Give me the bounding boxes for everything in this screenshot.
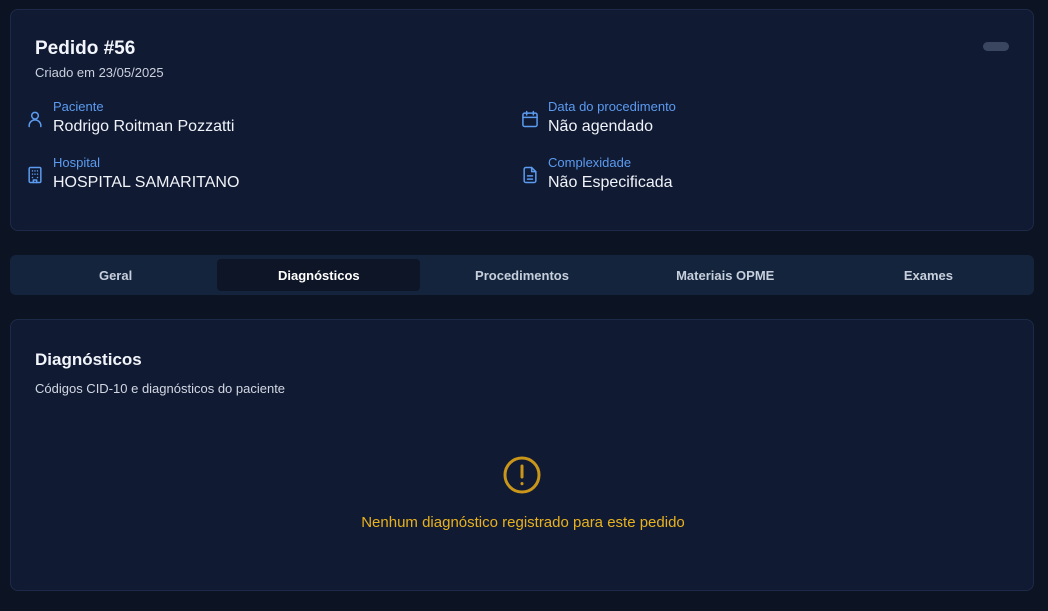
complexidade-value: Não Especificada xyxy=(548,174,673,191)
empty-state-message: Nenhum diagnóstico registrado para este … xyxy=(361,514,685,531)
building-icon xyxy=(28,166,42,184)
tab-procedimentos[interactable]: Procedimentos xyxy=(420,259,623,291)
info-paciente: Paciente Rodrigo Roitman Pozzatti xyxy=(25,99,425,139)
complexidade-label: Complexidade xyxy=(548,155,632,170)
order-title: Pedido #56 xyxy=(35,38,136,59)
data-procedimento-value: Não agendado xyxy=(548,118,653,135)
tab-bar: Geral Diagnósticos Procedimentos Materia… xyxy=(10,255,1034,295)
info-data-procedimento: Data do procedimento Não agendado xyxy=(520,99,920,139)
calendar-icon xyxy=(522,110,538,128)
paciente-value: Rodrigo Roitman Pozzatti xyxy=(53,118,235,135)
hospital-label: Hospital xyxy=(53,155,100,170)
hospital-value: HOSPITAL SAMARITANO xyxy=(53,174,240,191)
tab-geral[interactable]: Geral xyxy=(14,259,217,291)
file-text-icon xyxy=(523,166,537,184)
section-title: Diagnósticos xyxy=(35,350,142,369)
status-badge xyxy=(983,42,1009,51)
order-created-date: Criado em 23/05/2025 xyxy=(35,65,164,80)
tab-exames[interactable]: Exames xyxy=(827,259,1030,291)
info-complexidade: Complexidade Não Especificada xyxy=(520,155,920,195)
data-procedimento-label: Data do procedimento xyxy=(548,99,676,114)
tab-materiais-opme[interactable]: Materiais OPME xyxy=(624,259,827,291)
paciente-label: Paciente xyxy=(53,99,104,114)
diagnosticos-card: Diagnósticos Códigos CID-10 e diagnóstic… xyxy=(10,319,1034,591)
user-icon xyxy=(28,111,42,128)
tab-diagnosticos[interactable]: Diagnósticos xyxy=(217,259,421,291)
section-subtitle: Códigos CID-10 e diagnósticos do pacient… xyxy=(35,381,286,396)
info-hospital: Hospital HOSPITAL SAMARITANO xyxy=(25,155,425,195)
alert-circle-icon xyxy=(503,456,541,494)
